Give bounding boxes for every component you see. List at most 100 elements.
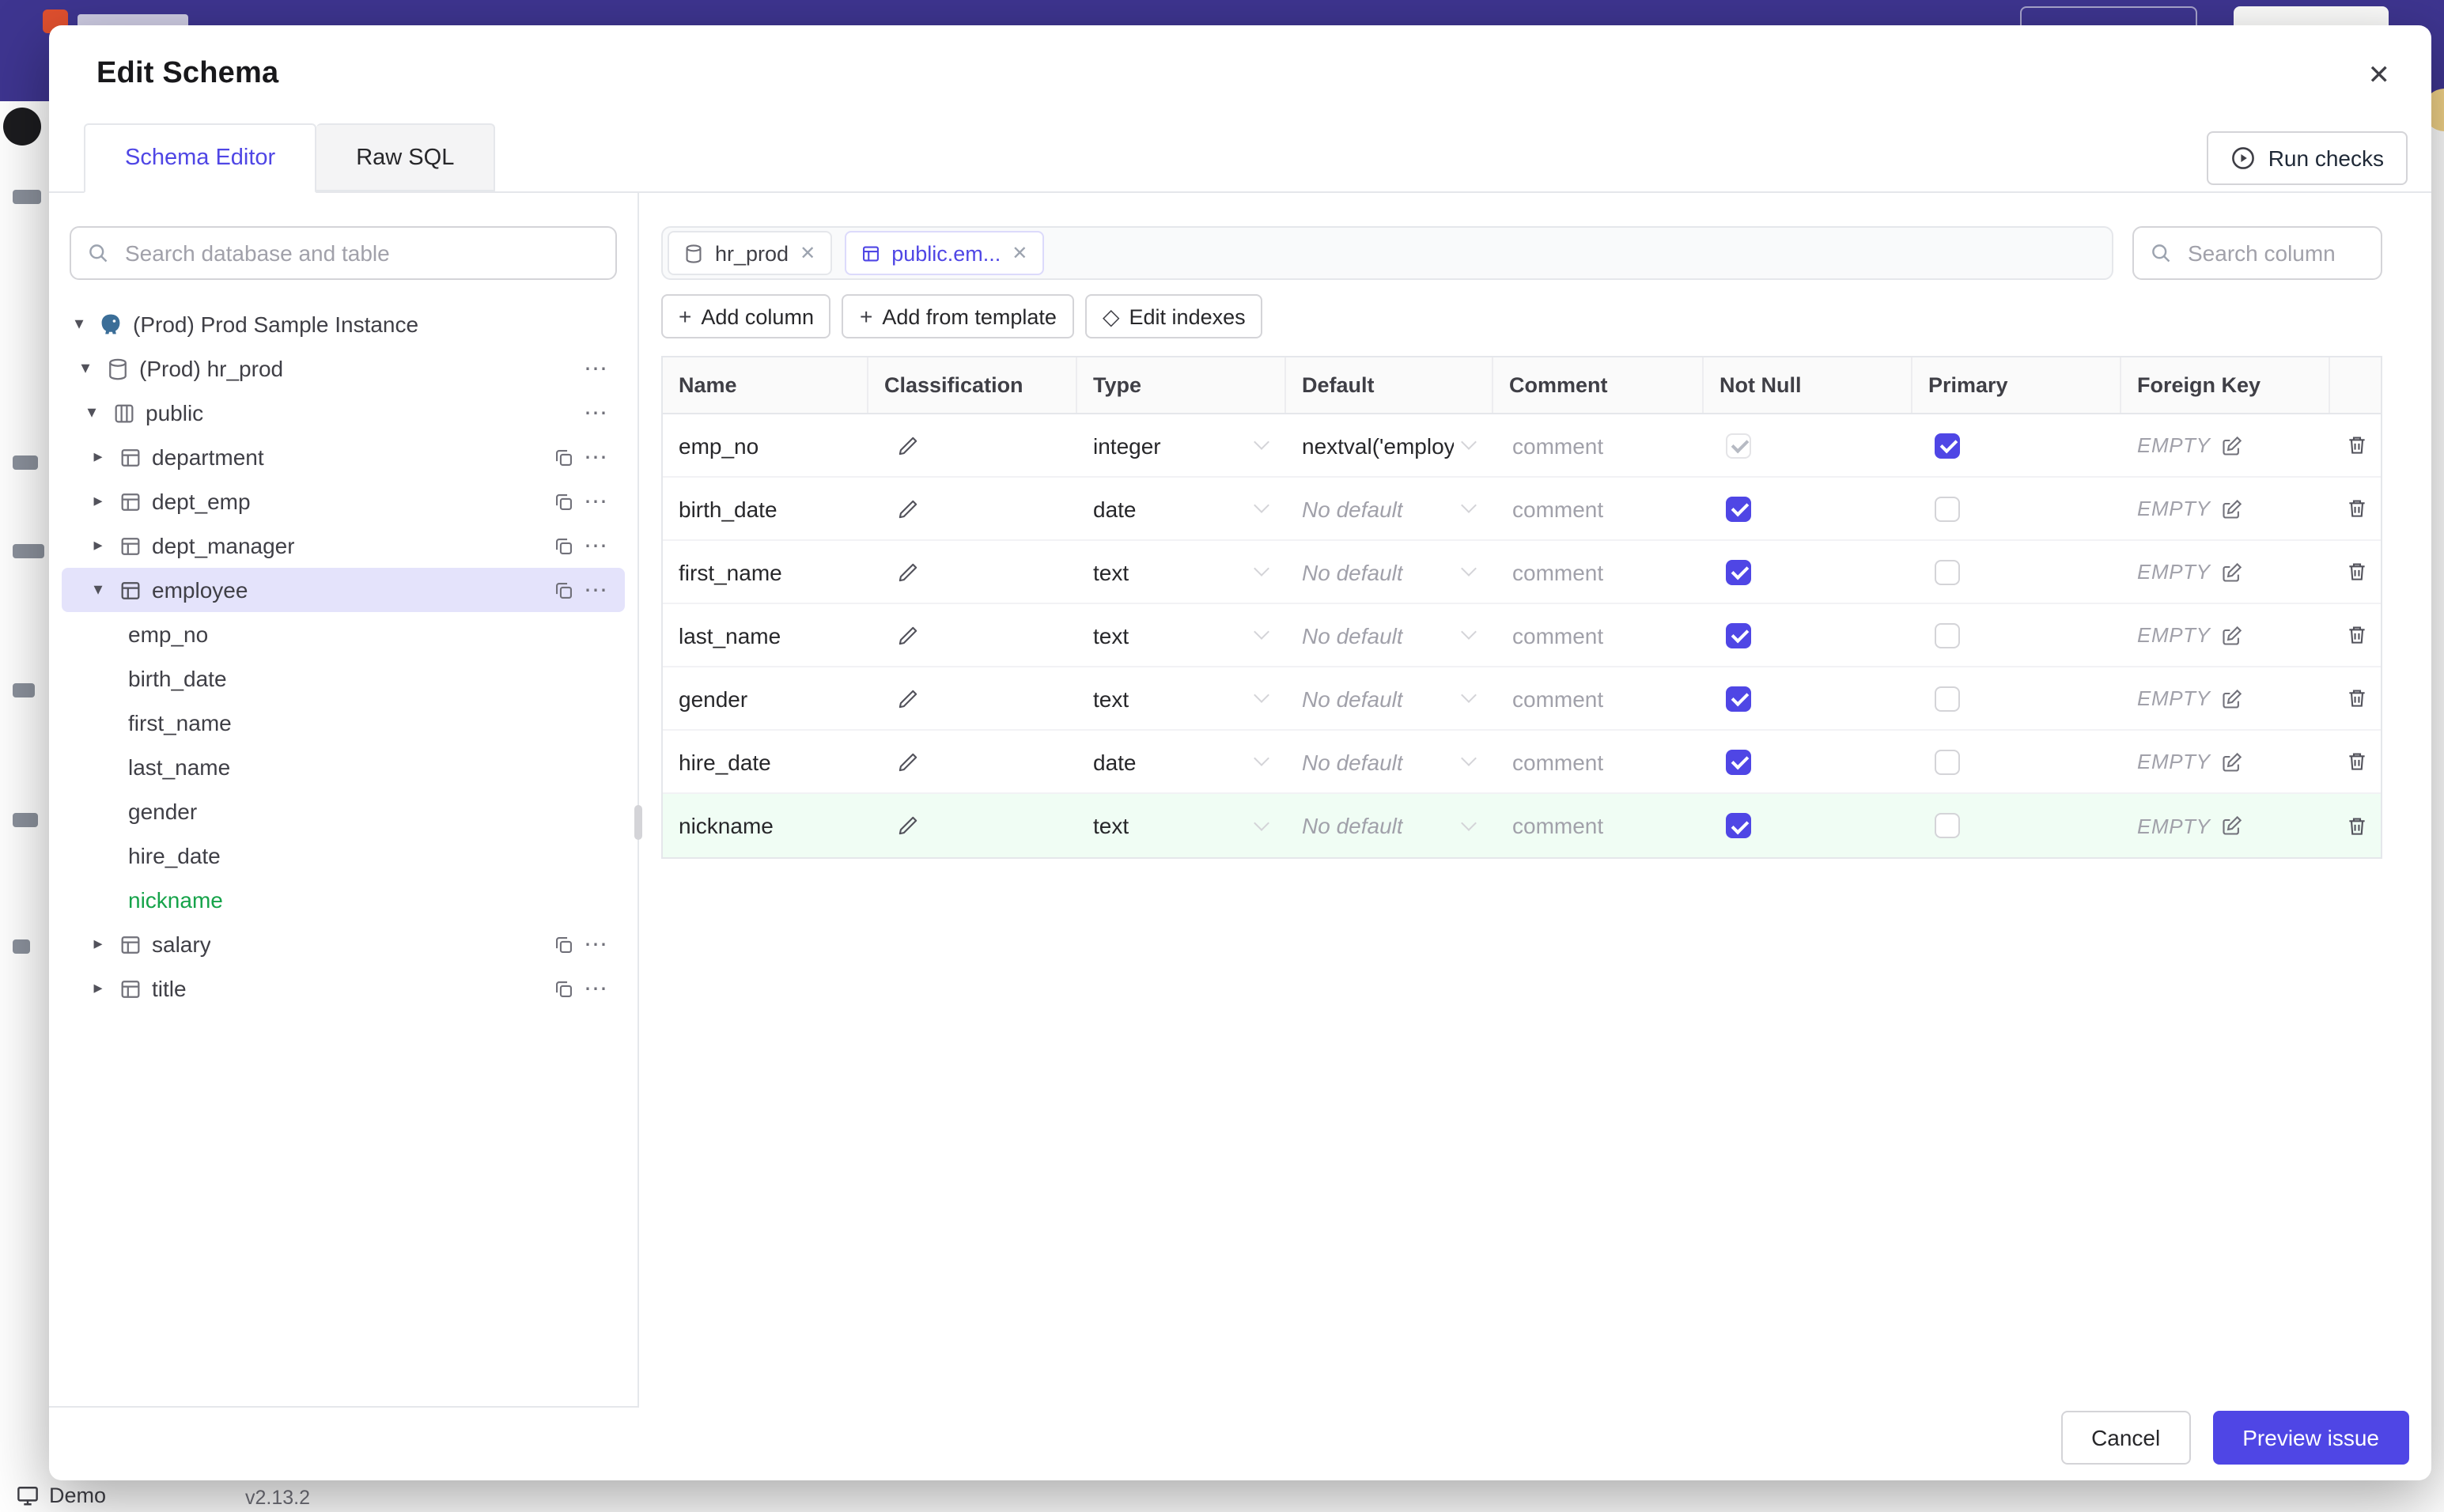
- tree-item-column[interactable]: first_name: [62, 701, 625, 745]
- not-null-checkbox[interactable]: [1726, 813, 1751, 838]
- type-select[interactable]: text: [1077, 604, 1286, 666]
- default-select[interactable]: No default: [1286, 731, 1493, 792]
- default-select[interactable]: nextval('employ: [1286, 414, 1493, 476]
- primary-checkbox[interactable]: [1935, 433, 1960, 458]
- tree-item-column[interactable]: nickname: [62, 878, 625, 922]
- copy-icon[interactable]: [554, 447, 574, 467]
- caret-right-icon[interactable]: ▸: [89, 448, 108, 466]
- delete-column-icon[interactable]: [2346, 433, 2368, 457]
- classification-edit-icon[interactable]: [897, 815, 919, 837]
- caret-down-icon[interactable]: ▾: [76, 359, 95, 377]
- tree-item-column[interactable]: last_name: [62, 745, 625, 789]
- primary-checkbox[interactable]: [1935, 559, 1960, 584]
- primary-checkbox[interactable]: [1935, 749, 1960, 774]
- classification-edit-icon[interactable]: [897, 434, 919, 456]
- edit-foreign-key-icon[interactable]: [2222, 815, 2244, 837]
- avatar[interactable]: [3, 108, 41, 146]
- tree-search-input[interactable]: [122, 239, 600, 267]
- cancel-button[interactable]: Cancel: [2061, 1411, 2191, 1465]
- tab-raw-sql[interactable]: Raw SQL: [316, 123, 496, 191]
- kebab-menu-icon[interactable]: ⋯: [584, 977, 609, 1000]
- classification-edit-icon[interactable]: [897, 750, 919, 773]
- classification-edit-icon[interactable]: [897, 561, 919, 583]
- comment-input[interactable]: [1509, 811, 1688, 840]
- kebab-menu-icon[interactable]: ⋯: [584, 401, 609, 425]
- tree-item-instance[interactable]: ▾ (Prod) Prod Sample Instance: [62, 302, 625, 346]
- tree-item-column[interactable]: birth_date: [62, 656, 625, 701]
- type-select[interactable]: text: [1077, 667, 1286, 729]
- caret-right-icon[interactable]: ▸: [89, 492, 108, 510]
- tree-item-column[interactable]: hire_date: [62, 833, 625, 878]
- tree-item-column[interactable]: emp_no: [62, 612, 625, 656]
- edit-foreign-key-icon[interactable]: [2222, 687, 2244, 709]
- tree-item-column[interactable]: gender: [62, 789, 625, 833]
- not-null-checkbox[interactable]: [1726, 433, 1751, 458]
- comment-input[interactable]: [1509, 747, 1688, 776]
- comment-input[interactable]: [1509, 558, 1688, 586]
- caret-down-icon[interactable]: ▾: [70, 315, 89, 333]
- column-name-cell[interactable]: birth_date: [663, 478, 868, 539]
- tree-item-table[interactable]: ▸ dept_emp ⋯: [62, 479, 625, 524]
- column-name-cell[interactable]: nickname: [663, 794, 868, 857]
- delete-column-icon[interactable]: [2346, 686, 2368, 710]
- delete-column-icon[interactable]: [2346, 814, 2368, 837]
- caret-down-icon[interactable]: ▾: [82, 403, 101, 421]
- default-select[interactable]: No default: [1286, 604, 1493, 666]
- kebab-menu-icon[interactable]: ⋯: [584, 578, 609, 602]
- tree-search[interactable]: [70, 226, 617, 280]
- primary-checkbox[interactable]: [1935, 622, 1960, 648]
- tab-chip-database[interactable]: hr_prod ✕: [668, 231, 832, 275]
- type-select[interactable]: text: [1077, 541, 1286, 603]
- not-null-checkbox[interactable]: [1726, 749, 1751, 774]
- tree-item-table[interactable]: ▸ salary ⋯: [62, 922, 625, 966]
- caret-down-icon[interactable]: ▾: [89, 580, 108, 599]
- classification-edit-icon[interactable]: [897, 687, 919, 709]
- comment-input[interactable]: [1509, 494, 1688, 523]
- primary-checkbox[interactable]: [1935, 686, 1960, 711]
- default-select[interactable]: No default: [1286, 541, 1493, 603]
- close-icon[interactable]: ✕: [800, 244, 815, 263]
- copy-icon[interactable]: [554, 580, 574, 600]
- column-name-cell[interactable]: gender: [663, 667, 868, 729]
- column-name-cell[interactable]: last_name: [663, 604, 868, 666]
- edit-foreign-key-icon[interactable]: [2222, 434, 2244, 456]
- default-select[interactable]: No default: [1286, 794, 1493, 857]
- delete-column-icon[interactable]: [2346, 497, 2368, 520]
- column-name-cell[interactable]: emp_no: [663, 414, 868, 476]
- delete-column-icon[interactable]: [2346, 750, 2368, 773]
- type-select[interactable]: integer: [1077, 414, 1286, 476]
- not-null-checkbox[interactable]: [1726, 496, 1751, 521]
- column-search-input[interactable]: [2185, 239, 2365, 267]
- kebab-menu-icon[interactable]: ⋯: [584, 357, 609, 380]
- kebab-menu-icon[interactable]: ⋯: [584, 932, 609, 956]
- tree-item-schema[interactable]: ▾ public ⋯: [62, 391, 625, 435]
- caret-right-icon[interactable]: ▸: [89, 979, 108, 997]
- add-from-template-button[interactable]: + Add from template: [842, 294, 1074, 338]
- delete-column-icon[interactable]: [2346, 623, 2368, 647]
- primary-checkbox[interactable]: [1935, 496, 1960, 521]
- tree-item-table[interactable]: ▸ department ⋯: [62, 435, 625, 479]
- not-null-checkbox[interactable]: [1726, 686, 1751, 711]
- classification-edit-icon[interactable]: [897, 497, 919, 520]
- edit-foreign-key-icon[interactable]: [2222, 624, 2244, 646]
- kebab-menu-icon[interactable]: ⋯: [584, 534, 609, 558]
- column-search[interactable]: [2132, 226, 2382, 280]
- add-column-button[interactable]: + Add column: [661, 294, 831, 338]
- tab-chip-table[interactable]: public.em... ✕: [844, 231, 1044, 275]
- caret-right-icon[interactable]: ▸: [89, 536, 108, 554]
- column-name-cell[interactable]: first_name: [663, 541, 868, 603]
- edit-foreign-key-icon[interactable]: [2222, 561, 2244, 583]
- type-select[interactable]: date: [1077, 478, 1286, 539]
- tab-schema-editor[interactable]: Schema Editor: [84, 123, 317, 193]
- kebab-menu-icon[interactable]: ⋯: [584, 445, 609, 469]
- column-name-cell[interactable]: hire_date: [663, 731, 868, 792]
- scrollbar-thumb[interactable]: [634, 805, 642, 840]
- caret-right-icon[interactable]: ▸: [89, 935, 108, 953]
- tree-item-database[interactable]: ▾ (Prod) hr_prod ⋯: [62, 346, 625, 391]
- copy-icon[interactable]: [554, 535, 574, 556]
- type-select[interactable]: text: [1077, 794, 1286, 857]
- copy-icon[interactable]: [554, 978, 574, 999]
- delete-column-icon[interactable]: [2346, 560, 2368, 584]
- edit-indexes-button[interactable]: ◇ Edit indexes: [1084, 294, 1263, 338]
- demo-link[interactable]: Demo: [16, 1484, 106, 1507]
